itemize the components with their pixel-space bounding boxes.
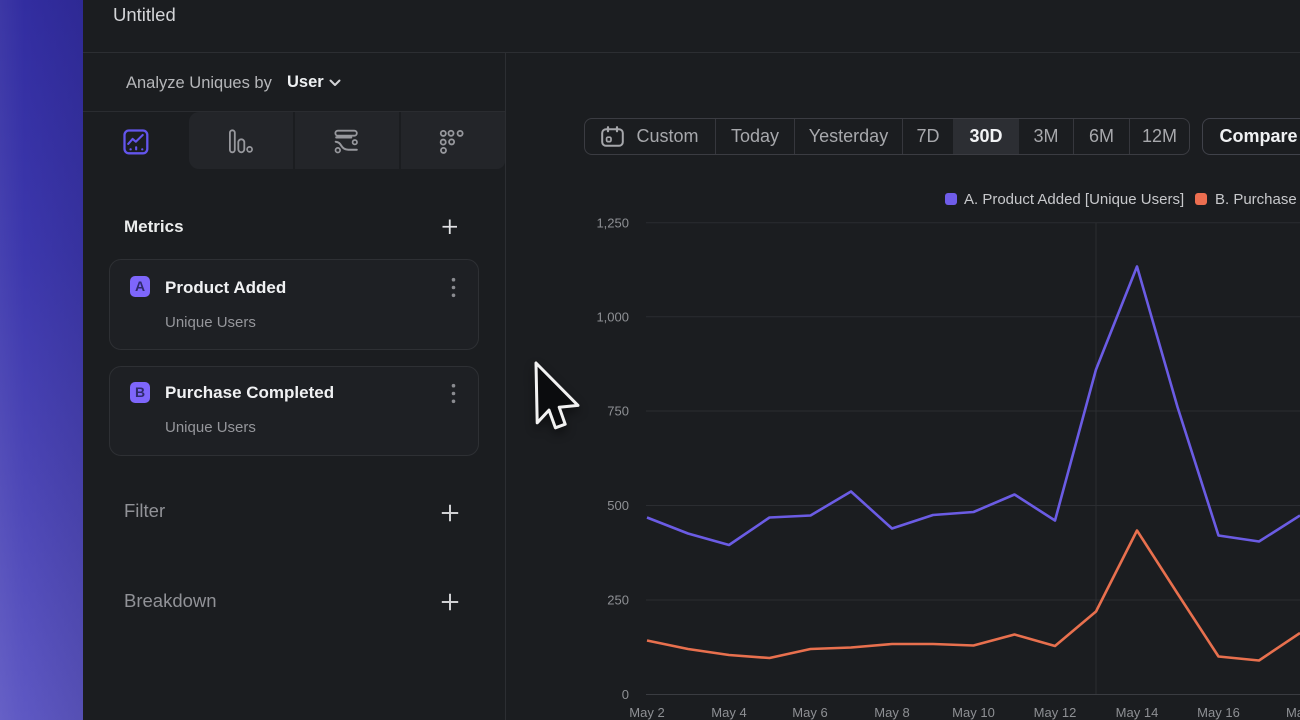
svg-text:May 8: May 8 [874,705,909,720]
svg-text:1,000: 1,000 [596,309,629,324]
svg-text:250: 250 [607,593,629,608]
svg-text:Ma: Ma [1286,705,1300,720]
svg-text:1,250: 1,250 [596,215,629,230]
svg-text:May 10: May 10 [952,705,995,720]
svg-text:500: 500 [607,498,629,513]
svg-text:May 2: May 2 [629,705,664,720]
svg-text:May 16: May 16 [1197,705,1240,720]
svg-text:0: 0 [622,687,629,702]
svg-text:May 6: May 6 [792,705,827,720]
svg-text:750: 750 [607,404,629,419]
svg-text:May 4: May 4 [711,705,746,720]
svg-text:May 12: May 12 [1034,705,1077,720]
svg-text:May 14: May 14 [1116,705,1159,720]
